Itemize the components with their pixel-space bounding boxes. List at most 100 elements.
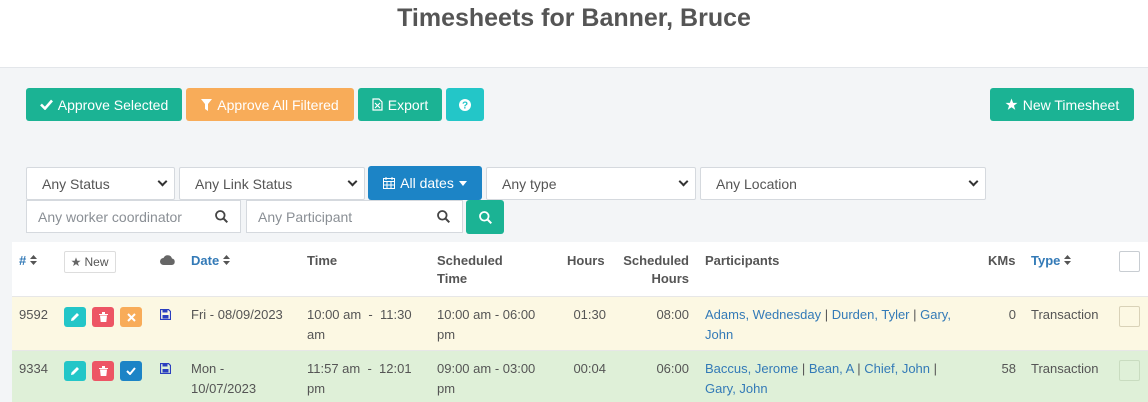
delete-button[interactable] [92, 361, 114, 381]
approve-all-filtered-button[interactable]: Approve All Filtered [186, 88, 354, 121]
participant-link[interactable]: Baccus, Jerome [705, 361, 798, 376]
link-status-filter-value: Any Link Status [195, 175, 293, 192]
status-filter-select[interactable]: Any Status [26, 167, 175, 200]
id-header-label: # [19, 253, 27, 268]
approve-button[interactable] [120, 361, 142, 381]
question-circle-icon: ? [459, 98, 471, 111]
row-scheduled-time-line2: pm [437, 327, 456, 342]
new-timesheet-button[interactable]: New Timesheet [990, 88, 1134, 121]
type-filter-select[interactable]: Any type [486, 167, 696, 200]
sort-type-header[interactable]: Type [1031, 252, 1072, 270]
search-icon [437, 210, 450, 223]
participant-link[interactable]: Bean, A [809, 361, 854, 376]
table-row: 9334 Mon - 10/07/2023 11:57 am - 12:01 p… [12, 350, 1148, 402]
check-icon [39, 99, 53, 110]
row-date-line2: 10/07/2023 [191, 381, 257, 396]
help-button[interactable]: ? [446, 88, 484, 121]
row-type: Transaction [1031, 307, 1099, 322]
status-filter-value: Any Status [42, 175, 110, 192]
worker-coordinator-input[interactable]: Any worker coordinator [26, 200, 241, 233]
search-button[interactable] [466, 200, 504, 234]
link-status-filter-select[interactable]: Any Link Status [179, 167, 365, 200]
row-time: 11:57 am - 12:01 pm [307, 359, 412, 399]
new-timesheet-label: New Timesheet [1022, 96, 1120, 113]
location-filter-value: Any Location [716, 175, 797, 192]
approve-all-filtered-label: Approve All Filtered [217, 96, 339, 113]
row-select-checkbox[interactable] [1119, 360, 1140, 381]
chevron-down-icon [347, 176, 358, 187]
participant-link[interactable]: Chief, John [864, 361, 930, 376]
row-date: Mon - 10/07/2023 [191, 359, 256, 399]
approve-selected-button[interactable]: Approve Selected [26, 88, 182, 121]
approve-selected-label: Approve Selected [57, 96, 169, 113]
export-button[interactable]: Export [358, 88, 442, 121]
star-icon [1005, 98, 1018, 110]
row-participants: Adams, Wednesday | Durden, Tyler | Gary,… [705, 307, 951, 342]
pencil-icon [71, 367, 79, 375]
participant-input[interactable]: Any Participant [246, 200, 463, 233]
row-scheduled-time: 10:00 am - 06:00 pm [437, 305, 535, 345]
table-row: 9592 Fri - 08/09/2023 10:00 am - 11:30 a… [12, 296, 1148, 350]
close-icon [126, 312, 136, 322]
row-time-line2: am [307, 327, 326, 342]
participants-header: Participants [705, 253, 780, 268]
trash-icon [98, 366, 108, 376]
scheduled-hours-header-line1: Scheduled [623, 253, 689, 268]
sort-date-header[interactable]: Date [191, 252, 230, 270]
participant-link[interactable]: John [705, 327, 733, 342]
kms-header: KMs [988, 253, 1016, 268]
row-scheduled-time: 09:00 am - 03:00 pm [437, 359, 535, 399]
row-scheduled-hours: 08:00 [656, 307, 689, 322]
edit-button[interactable] [64, 361, 86, 381]
select-all-checkbox[interactable] [1119, 251, 1140, 272]
new-filter-label: New [84, 255, 109, 269]
row-scheduled-time-line1: 09:00 am - 03:00 [437, 361, 536, 376]
row-date: Fri - 08/09/2023 [191, 305, 283, 325]
row-scheduled-time-line1: 10:00 am - 06:00 [437, 307, 536, 322]
scheduled-hours-header: Scheduled Hours [622, 252, 689, 288]
row-type: Transaction [1031, 361, 1099, 376]
participant-link[interactable]: Gary, John [705, 381, 768, 396]
scheduled-time-header-line2: Time [437, 271, 468, 286]
row-scheduled-time-line2: pm [437, 381, 456, 396]
location-filter-select[interactable]: Any Location [700, 167, 986, 200]
row-select-checkbox[interactable] [1119, 306, 1140, 327]
date-range-dropdown[interactable]: All dates [368, 166, 482, 200]
sort-icon [29, 255, 37, 265]
scheduled-hours-header-line2: Hours [651, 271, 689, 286]
svg-text:?: ? [462, 100, 468, 111]
check-icon [126, 367, 136, 375]
sort-icon [1064, 255, 1072, 265]
row-scheduled-hours: 06:00 [656, 361, 689, 376]
scheduled-time-header-line1: Scheduled [437, 253, 503, 268]
chevron-down-icon [968, 176, 979, 187]
row-kms: 0 [1008, 307, 1016, 322]
date-range-label: All dates [400, 175, 454, 191]
row-hours: 01:30 [573, 307, 606, 322]
participant-link[interactable]: Durden, Tyler [832, 307, 910, 322]
row-participants: Baccus, Jerome | Bean, A | Chief, John |… [705, 361, 938, 396]
participant-link[interactable]: Gary, [920, 307, 951, 322]
participant-placeholder: Any Participant [258, 208, 353, 225]
edit-button[interactable] [64, 307, 86, 327]
page-title: Timesheets for Banner, Bruce [397, 4, 751, 32]
row-time-line1: 10:00 am - 11:30 [307, 307, 412, 322]
export-label: Export [387, 96, 429, 113]
excel-file-icon [372, 98, 383, 111]
type-filter-value: Any type [502, 175, 557, 192]
participant-link[interactable]: Adams, Wednesday [705, 307, 821, 322]
cloud-icon [160, 255, 175, 265]
trash-icon [98, 312, 108, 322]
search-icon [478, 210, 492, 224]
sort-id-header[interactable]: # [19, 252, 37, 270]
row-time-line2: pm [307, 381, 326, 396]
pencil-icon [71, 313, 79, 321]
row-time: 10:00 am - 11:30 am [307, 305, 412, 345]
worker-coordinator-placeholder: Any worker coordinator [38, 208, 182, 225]
row-hours: 00:04 [573, 361, 606, 376]
delete-button[interactable] [92, 307, 114, 327]
new-filter-toggle[interactable]: New [64, 251, 116, 273]
star-icon [71, 257, 82, 267]
reject-button[interactable] [120, 307, 142, 327]
search-icon [215, 210, 228, 223]
